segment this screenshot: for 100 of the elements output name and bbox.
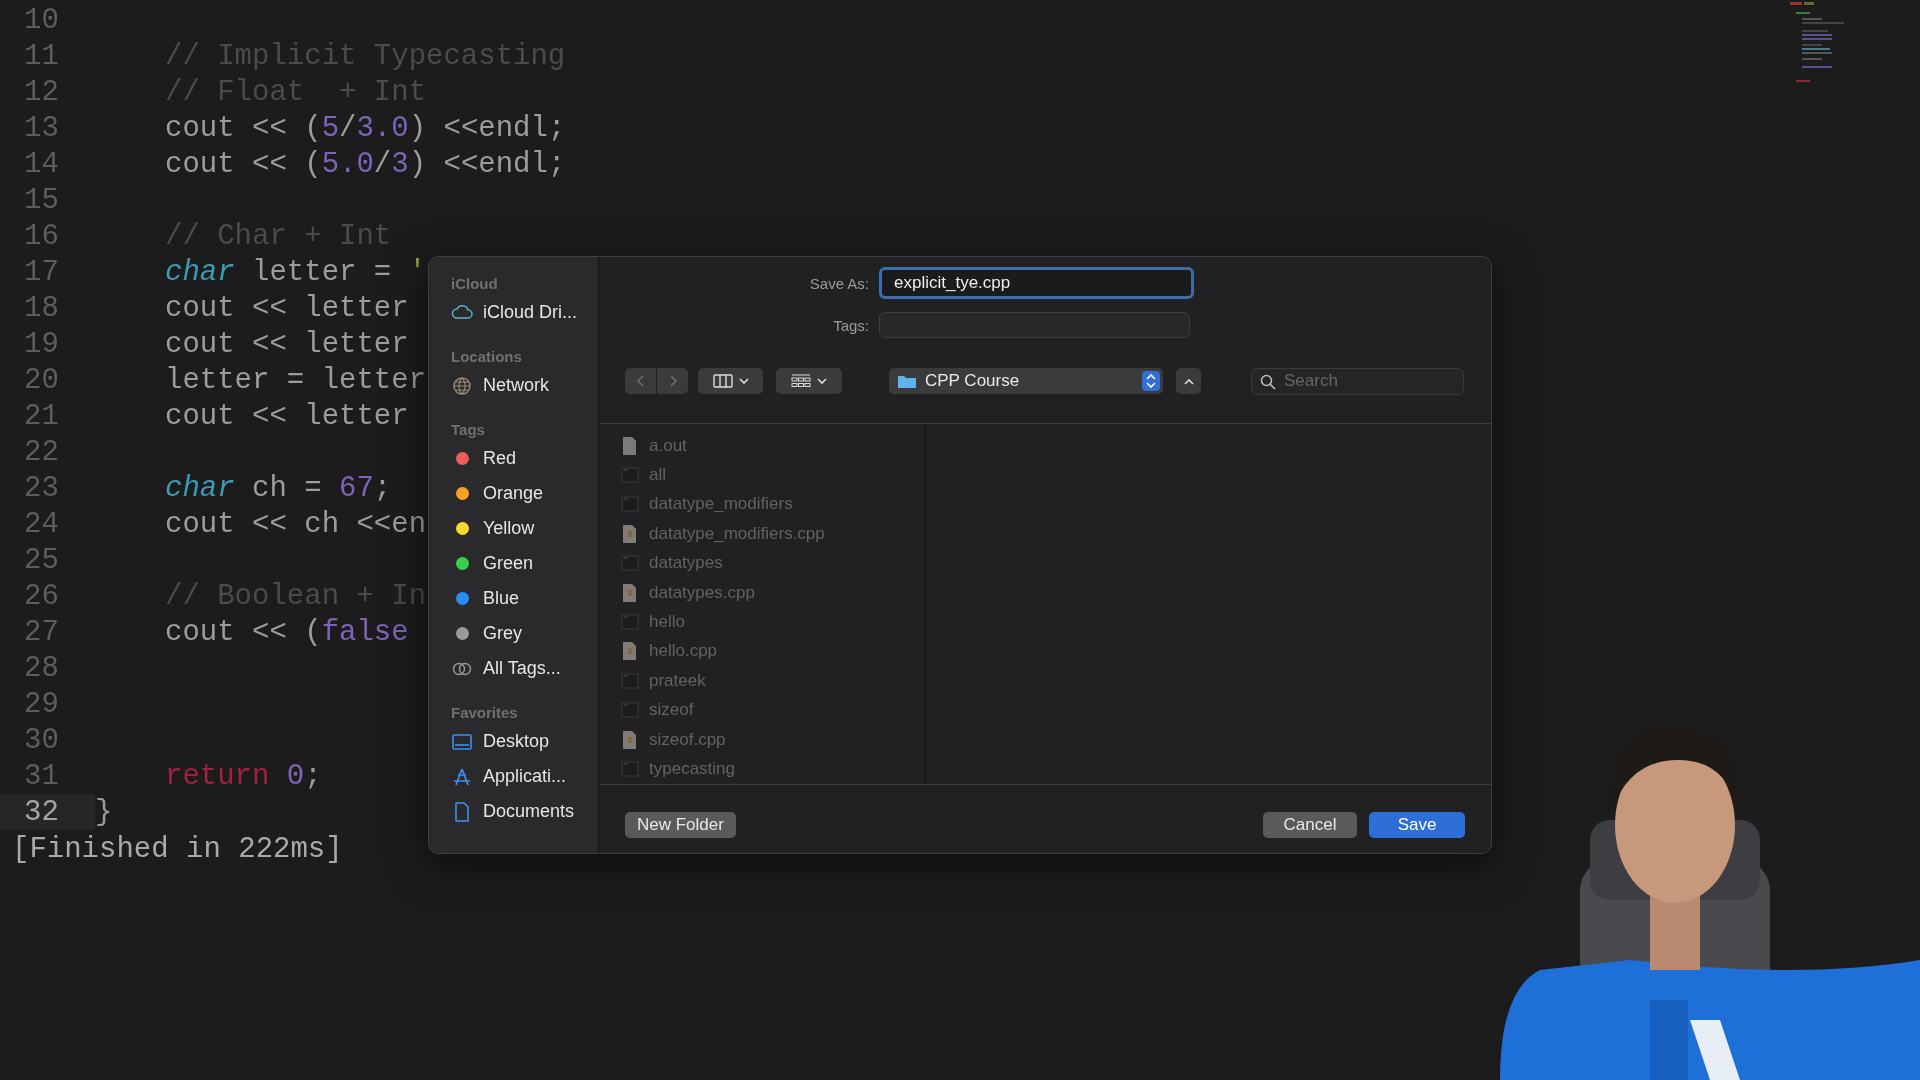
tags-field[interactable] [879,312,1190,338]
sidebar-item[interactable]: Documents [451,794,598,829]
sidebar-item[interactable]: Desktop [451,724,598,759]
chevron-right-icon [667,374,678,388]
line-number: 14 [23,147,59,181]
columns-icon [712,374,733,388]
file-name: hello.cpp [649,641,718,662]
terminal-icon [621,670,639,691]
column-view-button[interactable] [698,368,763,394]
file-name: datatypes [649,553,723,574]
section-heading: Tags [451,420,486,440]
line-number: 32 [23,795,59,829]
sidebar-label: Grey [483,623,522,644]
expand-button[interactable] [1176,368,1201,394]
line-number: 20 [23,363,59,397]
section-heading: Favorites [451,703,519,723]
sidebar-item[interactable]: Green [451,546,598,581]
line-number: 21 [23,399,59,433]
build-output: [Finished in 222ms] [12,832,343,868]
terminal-icon [621,700,639,721]
source-file-icon [621,582,639,603]
line-number: 31 [23,759,59,793]
sidebar-label: Documents [483,801,575,822]
button[interactable]: Cancel [1263,811,1357,838]
line-number: 13 [23,111,59,145]
line-number: 12 [23,75,59,109]
line-number: 23 [23,471,59,505]
line-number: 29 [23,687,59,721]
chevron-left-icon [635,374,646,388]
line-number: 27 [23,615,59,649]
tags-label: Tags: [832,316,869,334]
terminal-icon [621,759,639,779]
file-name: sizeof.cpp [649,729,726,750]
terminal-icon [621,494,639,515]
filename-field[interactable]: explicit_tye.cpp [879,267,1194,299]
terminal-icon [621,465,639,486]
sidebar-label: Yellow [483,518,535,539]
search-field[interactable]: Search [1251,367,1464,395]
section-heading: iCloud [451,274,499,294]
sidebar-item[interactable]: Yellow [451,511,598,546]
code-line: cout << ch <<en [165,507,427,541]
line-number: 26 [23,579,59,613]
folder-icon [897,373,917,389]
section-heading: Locations [451,347,523,367]
group-view-button[interactable] [776,368,842,394]
source-file-icon [621,523,639,544]
line-number: 28 [23,651,59,685]
stepper-icon [1142,371,1160,391]
location-popup[interactable]: CPP Course [889,368,1163,394]
code-line: return 0; [165,759,322,793]
line-number: 19 [23,327,59,361]
line-number: 10 [23,3,59,37]
code-line: letter = letter [165,363,427,397]
sidebar-label: Network [483,375,549,396]
sidebar-item[interactable]: Grey [451,616,598,651]
button[interactable]: New Folder [625,811,736,838]
sidebar-item[interactable]: Blue [451,581,598,616]
sidebar-label: Orange [483,483,544,504]
sidebar-label: Applicati... [483,766,567,787]
sidebar-item[interactable]: Network [451,368,598,403]
code-line: cout << letter [165,399,409,433]
chevron-up-icon [1183,377,1194,385]
default-button[interactable]: Save [1369,811,1465,838]
sidebar-label: Desktop [483,731,550,752]
sidebar-label: iCloud Dri... [483,302,578,323]
line-number: 15 [23,183,59,217]
file-name: prateek [649,670,706,691]
code-line: char letter = ' [165,255,427,289]
sidebar-item[interactable]: Applicati... [451,759,598,794]
code-line: cout << (false [165,615,409,649]
line-number: 25 [23,543,59,577]
document-icon [621,435,639,456]
sidebar-label: Blue [483,588,520,609]
file-name: sizeof [649,700,694,721]
line-number: 22 [23,435,59,469]
file-name: datatypes.cpp [649,582,755,603]
source-file-icon [621,641,639,662]
code-line: cout << (5/3.0) <<endl; [165,111,566,145]
sidebar-item[interactable]: iCloud Dri... [451,295,598,330]
sidebar-label: Green [483,553,534,574]
line-number: 11 [23,39,59,73]
file-name: datatype_modifiers.cpp [649,523,825,544]
sidebar-item[interactable]: Red [451,441,598,476]
sidebar-item[interactable]: All Tags... [451,651,598,686]
line-number: 16 [23,219,59,253]
line-number: 18 [23,291,59,325]
globe-icon [451,374,473,397]
save-as-label: Save As: [808,274,869,292]
sidebar-label: All Tags... [483,658,561,679]
file-name: all [649,465,666,486]
sidebar-label: Red [483,448,517,469]
line-number: 17 [23,255,59,289]
file-name: typecasting [649,759,735,779]
file-name: hello [649,612,685,633]
grid-icon [791,374,811,388]
code-line: cout << letter [165,291,409,325]
caret-icon [738,377,749,385]
caret-icon [817,377,827,385]
terminal-icon [621,612,639,633]
sidebar-item[interactable]: Orange [451,476,598,511]
